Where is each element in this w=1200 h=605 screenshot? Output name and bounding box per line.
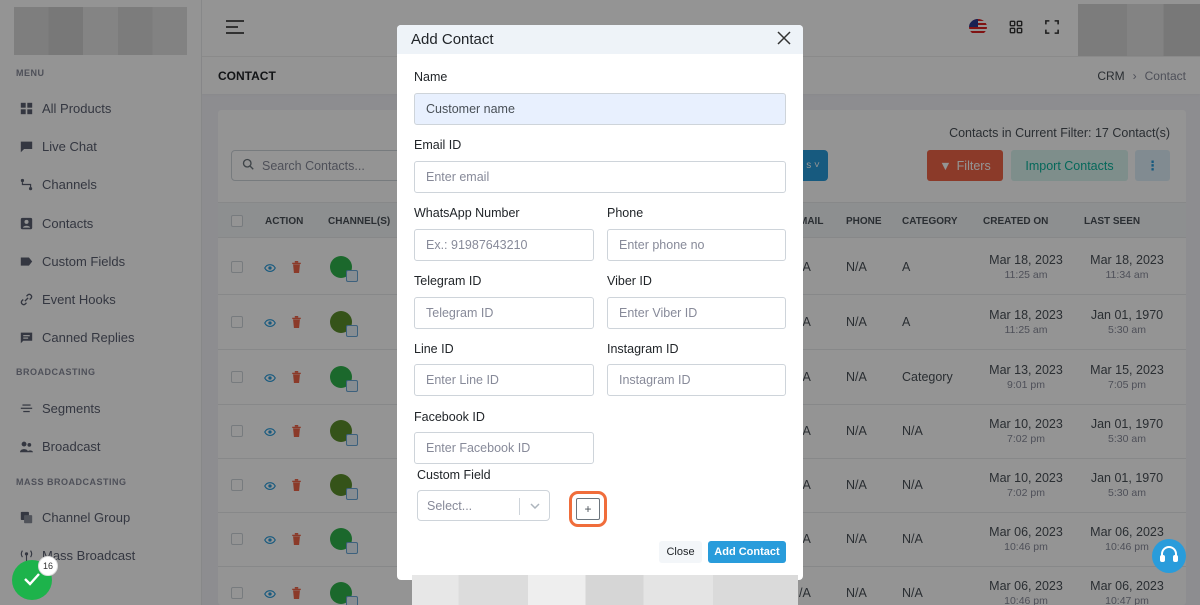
instagram-field[interactable] — [607, 364, 786, 396]
custom-field-select[interactable]: Select... — [417, 490, 550, 521]
phone-label: Phone — [607, 206, 644, 220]
chevron-down-icon — [529, 500, 541, 512]
add-contact-modal: Add Contact Name Email ID WhatsApp Numbe… — [397, 25, 803, 580]
line-label: Line ID — [414, 342, 454, 356]
modal-header: Add Contact — [397, 25, 803, 54]
help-chat-button[interactable] — [1152, 539, 1186, 573]
whatsapp-label: WhatsApp Number — [414, 206, 520, 220]
line-field[interactable] — [414, 364, 594, 396]
add-custom-field-highlight: + — [569, 491, 607, 527]
modal-title: Add Contact — [411, 31, 494, 48]
viber-field[interactable] — [607, 297, 786, 329]
add-custom-field-button[interactable]: + — [576, 498, 600, 520]
telegram-field[interactable] — [414, 297, 594, 329]
whatsapp-field[interactable] — [414, 229, 594, 261]
instagram-label: Instagram ID — [607, 342, 679, 356]
custom-field-label: Custom Field — [417, 468, 491, 482]
name-field[interactable] — [414, 93, 786, 125]
select-divider — [519, 498, 520, 515]
facebook-label: Facebook ID — [414, 410, 485, 424]
select-placeholder: Select... — [427, 498, 473, 513]
close-button[interactable]: Close — [659, 541, 702, 563]
phone-field[interactable] — [607, 229, 786, 261]
check-icon — [23, 570, 41, 591]
add-contact-button[interactable]: Add Contact — [708, 541, 786, 563]
viber-label: Viber ID — [607, 274, 652, 288]
blurred-content — [412, 575, 798, 605]
notification-count-badge: 16 — [38, 556, 58, 576]
telegram-label: Telegram ID — [414, 274, 482, 288]
facebook-field[interactable] — [414, 432, 594, 464]
close-icon[interactable] — [777, 31, 791, 45]
email-field[interactable] — [414, 161, 786, 193]
email-label: Email ID — [414, 138, 462, 152]
headset-icon — [1159, 545, 1179, 568]
name-label: Name — [414, 70, 448, 84]
